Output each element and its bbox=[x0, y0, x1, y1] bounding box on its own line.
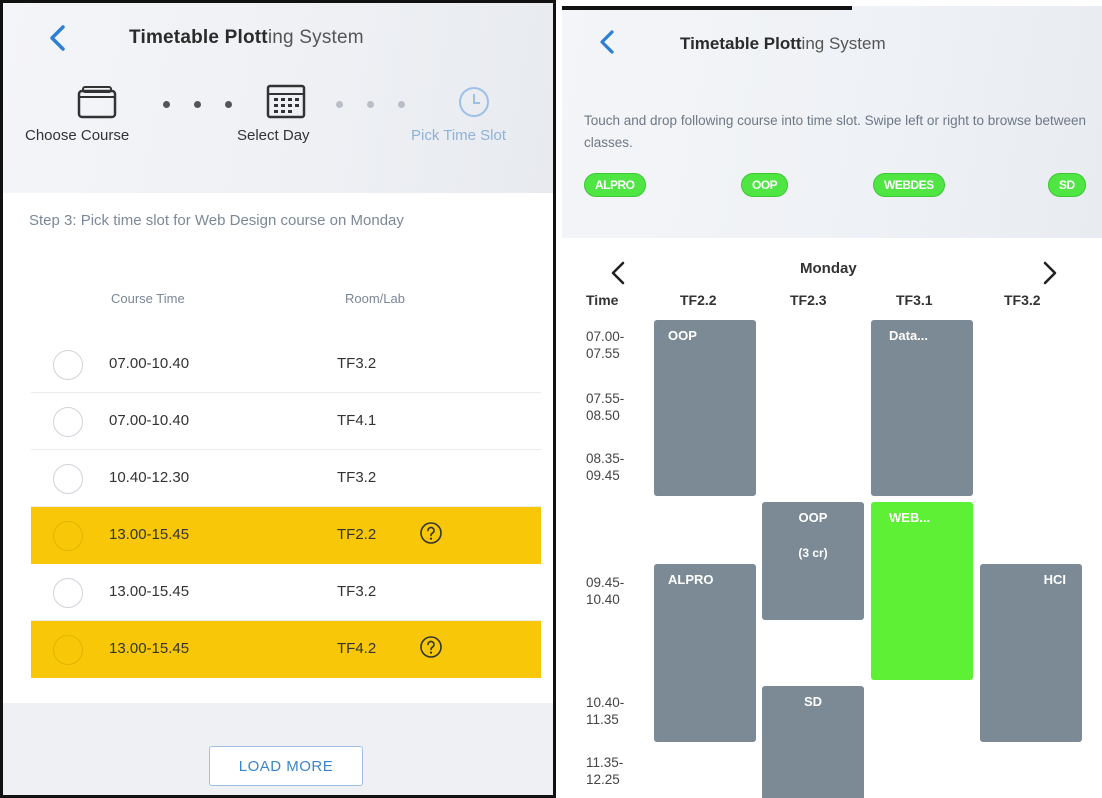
slot-radio[interactable] bbox=[53, 578, 83, 608]
block-label: Data... bbox=[889, 328, 929, 343]
schedule-block-data[interactable]: Data... bbox=[871, 320, 973, 496]
slot-radio[interactable] bbox=[53, 464, 83, 494]
schedule-block-sd[interactable]: SD bbox=[762, 686, 864, 798]
course-chip-sd[interactable]: SD bbox=[1048, 173, 1086, 197]
next-day-icon[interactable] bbox=[1038, 258, 1062, 288]
page-title: Timetable Plotting System bbox=[129, 27, 364, 48]
time-slot-row-highlighted[interactable]: 13.00-15.45 TF2.2 bbox=[31, 507, 541, 564]
time-slot-list: 07.00-10.40 TF3.2 07.00-10.40 TF4.1 10.4… bbox=[31, 336, 541, 678]
slot-time: 07.00-10.40 bbox=[109, 355, 190, 372]
column-header-room: Room/Lab bbox=[345, 291, 405, 306]
time-column-header: Time bbox=[586, 292, 619, 308]
help-icon[interactable] bbox=[419, 635, 443, 659]
slot-room: TF2.2 bbox=[337, 526, 377, 543]
current-day: Monday bbox=[800, 260, 857, 277]
block-label: OOP bbox=[668, 328, 697, 343]
course-chip-webdes[interactable]: WEBDES bbox=[873, 173, 945, 197]
page-title: Timetable Plotting System bbox=[680, 34, 886, 53]
time-slot-row-highlighted[interactable]: 13.00-15.45 TF4.2 bbox=[31, 621, 541, 678]
slot-radio[interactable] bbox=[53, 635, 83, 665]
time-slot-label: 07.55- 08.50 bbox=[586, 391, 625, 423]
room-column-tf3-2: TF3.2 bbox=[1004, 292, 1041, 308]
room-column-tf2-2: TF2.2 bbox=[680, 292, 717, 308]
previous-day-icon[interactable] bbox=[606, 258, 630, 288]
block-label: OOP bbox=[798, 510, 828, 525]
step-pick-time-panel: Timetable Plotting System Choose Course bbox=[0, 0, 556, 798]
slot-time: 13.00-15.45 bbox=[109, 640, 190, 657]
time-slot-label: 11.35- 12.25 bbox=[586, 755, 624, 787]
block-credit: (3 cr) bbox=[798, 546, 828, 560]
slot-time: 13.00-15.45 bbox=[109, 583, 190, 600]
time-slot-row[interactable]: 07.00-10.40 TF4.1 bbox=[31, 393, 541, 450]
back-arrow-icon[interactable] bbox=[43, 23, 73, 53]
time-slot-row[interactable]: 13.00-15.45 TF3.2 bbox=[31, 564, 541, 621]
day-navigator: Monday bbox=[562, 254, 1102, 290]
timetable-plot-panel: Timetable Plotting System Touch and drop… bbox=[562, 6, 1102, 798]
schedule-block-hci[interactable]: HCI bbox=[980, 564, 1082, 742]
slot-room: TF4.2 bbox=[337, 640, 377, 657]
block-label: SD bbox=[803, 694, 823, 709]
wizard-steps: Choose Course Select Day Pick Time Slot bbox=[3, 79, 553, 179]
clock-icon bbox=[459, 87, 489, 117]
slot-radio[interactable] bbox=[53, 407, 83, 437]
slot-time: 10.40-12.30 bbox=[109, 469, 190, 486]
slot-room: TF3.2 bbox=[337, 355, 377, 372]
help-icon[interactable] bbox=[419, 521, 443, 545]
column-header-course-time: Course Time bbox=[111, 291, 185, 306]
step-label-select-day[interactable]: Select Day bbox=[237, 127, 310, 144]
slot-room: TF4.1 bbox=[337, 412, 377, 429]
schedule-block-oop[interactable]: OOP bbox=[654, 320, 756, 496]
folder-icon bbox=[77, 86, 117, 119]
drag-instruction: Touch and drop following course into tim… bbox=[584, 113, 1087, 150]
step-instruction: Step 3: Pick time slot for Web Design co… bbox=[29, 212, 404, 229]
slot-time: 07.00-10.40 bbox=[109, 412, 190, 429]
app-header: Timetable Plotting System bbox=[3, 3, 553, 73]
step-dots-1 bbox=[163, 101, 232, 108]
block-label: HCI bbox=[1043, 572, 1066, 587]
schedule-block-alpro[interactable]: ALPRO bbox=[654, 564, 756, 742]
slot-room: TF3.2 bbox=[337, 583, 377, 600]
time-slot-label: 09.45- 10.40 bbox=[586, 575, 625, 607]
step-label-choose-course[interactable]: Choose Course bbox=[25, 127, 129, 144]
schedule-block-oop-3cr[interactable]: OOP (3 cr) bbox=[762, 502, 864, 620]
block-label: ALPRO bbox=[668, 572, 714, 587]
slot-room: TF3.2 bbox=[337, 469, 377, 486]
step-label-pick-time-slot[interactable]: Pick Time Slot bbox=[411, 127, 506, 144]
calendar-icon bbox=[266, 84, 306, 119]
time-slot-label: 07.00- 07.55 bbox=[586, 329, 625, 361]
load-more-button[interactable]: LOAD MORE bbox=[209, 746, 363, 786]
top-border bbox=[562, 6, 852, 10]
course-chip-list: ALPRO OOP WEBDES SD bbox=[584, 173, 1102, 199]
slot-radio[interactable] bbox=[53, 521, 83, 551]
time-slot-row[interactable]: 10.40-12.30 TF3.2 bbox=[31, 450, 541, 507]
block-label: WEB... bbox=[889, 510, 931, 525]
slot-time: 13.00-15.45 bbox=[109, 526, 190, 543]
slot-radio[interactable] bbox=[53, 350, 83, 380]
room-column-tf2-3: TF2.3 bbox=[790, 292, 827, 308]
schedule-block-web-dropped[interactable]: WEB... bbox=[871, 502, 973, 680]
room-column-tf3-1: TF3.1 bbox=[896, 292, 933, 308]
back-arrow-icon[interactable] bbox=[594, 28, 622, 56]
step-dots-2 bbox=[336, 101, 405, 108]
time-slot-label: 10.40- 11.35 bbox=[586, 695, 625, 727]
course-chip-alpro[interactable]: ALPRO bbox=[584, 173, 646, 197]
time-slot-row[interactable]: 07.00-10.40 TF3.2 bbox=[31, 336, 541, 393]
time-slot-label: 08.35- 09.45 bbox=[586, 451, 625, 483]
course-chip-oop[interactable]: OOP bbox=[741, 173, 789, 197]
